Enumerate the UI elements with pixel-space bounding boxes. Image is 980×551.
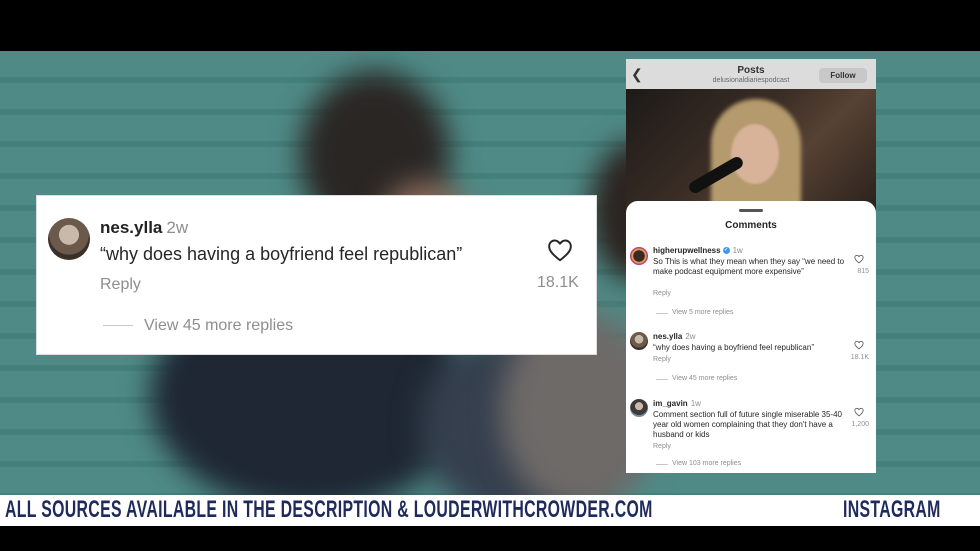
avatar[interactable]: [630, 332, 648, 350]
letterbox-top: [0, 0, 980, 51]
like-count: 815: [857, 268, 869, 275]
comment-username[interactable]: higherupwellness ✓ 1w: [653, 246, 743, 255]
zoomed-comment-card: nes.ylla 2w “why does having a boyfriend …: [37, 196, 596, 354]
lower-third-ticker: ALL SOURCES AVAILABLE IN THE DESCRIPTION…: [0, 495, 980, 526]
avatar[interactable]: [630, 399, 648, 417]
sheet-title: Comments: [725, 220, 777, 231]
instagram-phone-screenshot: ❮ Posts delusionaldiariespodcast Follow …: [626, 59, 876, 473]
drag-handle[interactable]: [739, 209, 763, 212]
comment-username[interactable]: nes.ylla 2w: [653, 332, 696, 341]
avatar[interactable]: [630, 247, 648, 265]
comment-text: So This is what they mean when they say …: [653, 257, 845, 276]
ticker-source-label: INSTAGRAM: [843, 496, 941, 523]
view-more-replies[interactable]: View 45 more replies: [144, 317, 293, 335]
reply-button[interactable]: Reply: [653, 356, 671, 363]
heart-icon[interactable]: [854, 407, 864, 417]
comment-text: “why does having a boyfriend feel republ…: [653, 343, 814, 352]
comment-text: Comment section full of future single mi…: [653, 410, 842, 439]
comments-sheet: Comments higherupwellness ✓ 1w So This is …: [626, 201, 876, 473]
comment-username[interactable]: nes.ylla 2w: [100, 218, 188, 238]
ticker-text: ALL SOURCES AVAILABLE IN THE DESCRIPTION…: [5, 496, 653, 523]
divider: [656, 313, 668, 314]
view-more-replies[interactable]: View 5 more replies: [672, 309, 733, 316]
like-count: 18.1K: [537, 274, 579, 291]
post-header: ❮ Posts delusionaldiariespodcast Follow: [626, 59, 876, 89]
follow-button[interactable]: Follow: [819, 68, 867, 83]
reply-button[interactable]: Reply: [100, 276, 141, 294]
reply-button[interactable]: Reply: [653, 443, 671, 450]
view-more-replies[interactable]: View 103 more replies: [672, 460, 741, 467]
view-more-replies[interactable]: View 45 more replies: [672, 375, 737, 382]
heart-icon[interactable]: [854, 254, 864, 264]
letterbox-bottom: [0, 526, 980, 551]
comment-time: 2w: [166, 218, 189, 237]
heart-icon[interactable]: [547, 238, 573, 262]
like-count: 1,200: [851, 421, 869, 428]
divider: [656, 379, 668, 380]
avatar[interactable]: [48, 218, 90, 260]
heart-icon[interactable]: [854, 340, 864, 350]
like-count: 18.1K: [850, 354, 869, 361]
divider: [103, 325, 133, 326]
comment-text: “why does having a boyfriend feel republ…: [100, 244, 463, 264]
comment-username[interactable]: im_gavin 1w: [653, 399, 701, 408]
verified-badge-icon: ✓: [722, 247, 730, 255]
reply-button[interactable]: Reply: [653, 290, 671, 297]
divider: [656, 464, 668, 465]
